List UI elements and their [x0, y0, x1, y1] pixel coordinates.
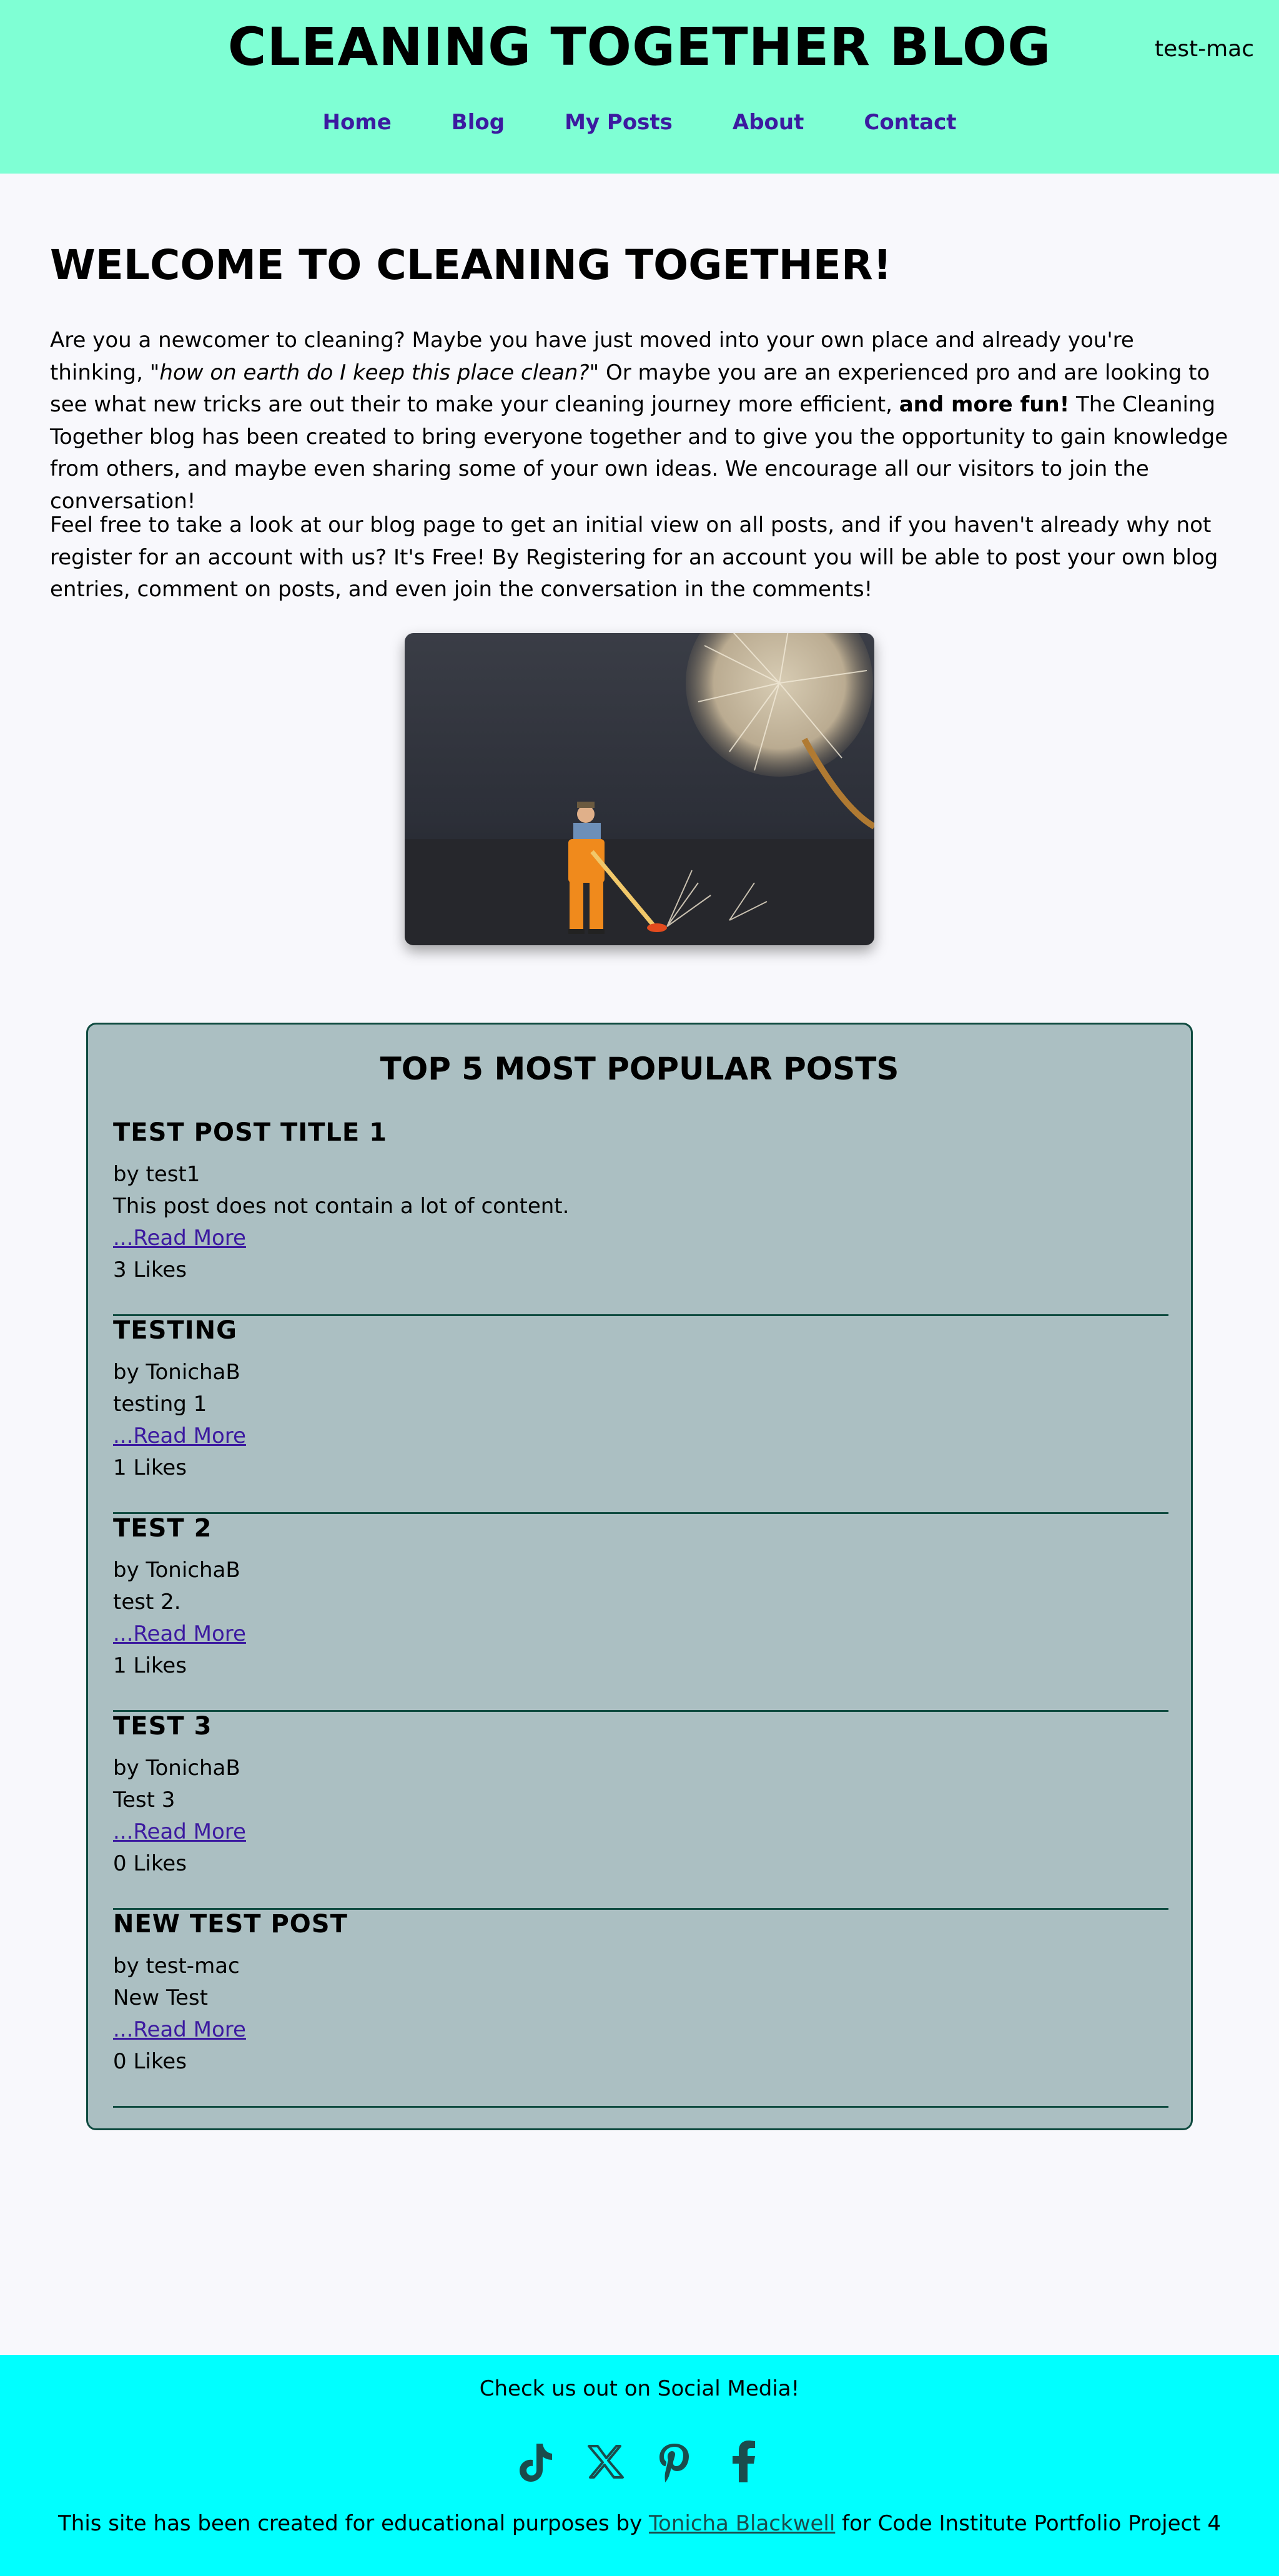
footer-credit: This site has been created for education… [0, 2511, 1279, 2536]
footer-tagline: Check us out on Social Media! [479, 2376, 800, 2401]
author-link[interactable]: Tonicha Blackwell [649, 2511, 835, 2536]
post-title: TEST 2 [113, 1514, 212, 1543]
post-title: TESTING [113, 1316, 237, 1345]
read-more-link[interactable]: ...Read More [113, 2017, 246, 2042]
facebook-icon[interactable] [724, 2440, 765, 2484]
pinterest-icon[interactable] [654, 2440, 695, 2484]
post-excerpt: New Test [113, 1985, 208, 2010]
nav-my-posts[interactable]: My Posts [565, 110, 673, 135]
post-likes: 1 Likes [113, 1455, 187, 1480]
post-likes: 3 Likes [113, 1257, 187, 1282]
post-author: by TonichaB [113, 1756, 240, 1781]
post-excerpt: testing 1 [113, 1392, 207, 1417]
post-card: NEW TEST POST by test-mac New Test ...Re… [113, 1910, 1168, 2108]
post-card: TEST 2 by TonichaB test 2. ...Read More … [113, 1514, 1168, 1712]
register-paragraph: Feel free to take a look at our blog pag… [50, 513, 1218, 602]
post-author: by TonichaB [113, 1360, 240, 1385]
nav-home[interactable]: Home [322, 110, 391, 135]
social-links [0, 2440, 1279, 2484]
nav-about[interactable]: About [733, 110, 804, 135]
post-excerpt: test 2. [113, 1590, 181, 1615]
post-excerpt: This post does not contain a lot of cont… [113, 1194, 570, 1219]
site-header: CLEANING TOGETHER BLOG test-mac Home Blo… [0, 0, 1279, 174]
nav-blog[interactable]: Blog [452, 110, 505, 135]
post-card: TEST POST TITLE 1 by test1 This post doe… [113, 1118, 1168, 1316]
nav-contact[interactable]: Contact [864, 110, 956, 135]
welcome-heading: WELCOME TO CLEANING TOGETHER! [50, 241, 892, 289]
site-footer: Check us out on Social Media! This site … [0, 2355, 1279, 2576]
intro-paragraph: Are you a newcomer to cleaning? Maybe yo… [50, 325, 1229, 518]
post-title: TEST 3 [113, 1712, 212, 1741]
hero-image [405, 633, 874, 945]
post-author: by test1 [113, 1162, 200, 1187]
post-card: TEST 3 by TonichaB Test 3 ...Read More 0… [113, 1712, 1168, 1910]
post-author: by TonichaB [113, 1558, 240, 1583]
read-more-link[interactable]: ...Read More [113, 1226, 246, 1251]
post-likes: 0 Likes [113, 1851, 187, 1876]
post-excerpt: Test 3 [113, 1787, 175, 1812]
read-more-link[interactable]: ...Read More [113, 1819, 246, 1844]
site-title[interactable]: CLEANING TOGETHER BLOG [0, 16, 1279, 77]
post-title: TEST POST TITLE 1 [113, 1118, 387, 1147]
main-nav: Home Blog My Posts About Contact [0, 110, 1279, 135]
post-card: TESTING by TonichaB testing 1 ...Read Mo… [113, 1316, 1168, 1514]
read-more-link[interactable]: ...Read More [113, 1423, 246, 1448]
intro-bold: and more fun! [899, 392, 1070, 417]
logged-in-username: test-mac [1154, 36, 1254, 62]
post-likes: 1 Likes [113, 1653, 187, 1678]
popular-posts-heading: TOP 5 MOST POPULAR POSTS [380, 1051, 899, 1087]
credit-text-end: for Code Institute Portfolio Project 4 [835, 2511, 1221, 2536]
post-likes: 0 Likes [113, 2049, 187, 2074]
read-more-link[interactable]: ...Read More [113, 1621, 246, 1646]
post-author: by test-mac [113, 1954, 240, 1979]
x-icon[interactable] [584, 2440, 625, 2484]
credit-text-start: This site has been created for education… [58, 2511, 649, 2536]
intro-quote: "how on earth do I keep this place clean… [149, 360, 600, 385]
post-title: NEW TEST POST [113, 1910, 348, 1939]
popular-posts-panel: TOP 5 MOST POPULAR POSTS TEST POST TITLE… [86, 1023, 1193, 2130]
tiktok-icon[interactable] [514, 2440, 555, 2484]
